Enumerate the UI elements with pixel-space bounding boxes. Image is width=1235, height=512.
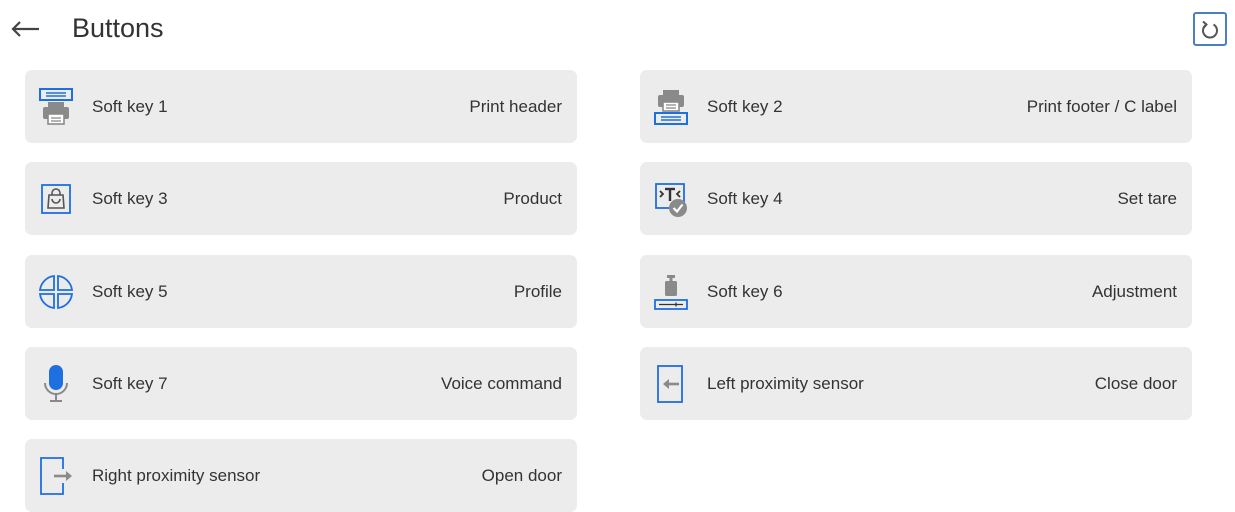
soft-key-label: Soft key 5	[92, 281, 168, 301]
restore-defaults-button[interactable]	[1193, 12, 1227, 46]
soft-key-label: Soft key 1	[92, 96, 168, 116]
soft-key-label: Soft key 3	[92, 188, 168, 208]
product-bag-icon	[37, 175, 75, 223]
soft-key-label: Soft key 7	[92, 373, 168, 393]
soft-key-function: Print footer / C label	[1026, 96, 1177, 116]
soft-key-function: Set tare	[1117, 188, 1177, 208]
soft-key-function: Print header	[469, 96, 562, 116]
open-door-icon	[37, 452, 75, 500]
profile-icon	[37, 268, 75, 316]
soft-key-label: Soft key 2	[707, 96, 783, 116]
page-title: Buttons	[72, 13, 164, 43]
soft-key-6-tile[interactable]: Soft key 6 Adjustment	[640, 255, 1192, 328]
print-header-icon	[37, 83, 75, 131]
soft-key-label: Left proximity sensor	[707, 373, 864, 393]
adjustment-weight-icon	[652, 268, 690, 316]
print-footer-icon	[652, 83, 690, 131]
soft-key-5-tile[interactable]: Soft key 5 Profile	[25, 255, 577, 328]
soft-key-function: Product	[503, 188, 562, 208]
soft-key-label: Soft key 4	[707, 188, 783, 208]
soft-key-function: Voice command	[441, 373, 562, 393]
set-tare-icon	[652, 175, 690, 223]
back-button[interactable]	[10, 14, 42, 44]
soft-key-function: Adjustment	[1091, 281, 1177, 301]
soft-key-label: Right proximity sensor	[92, 465, 261, 485]
soft-key-7-tile[interactable]: Soft key 7 Voice command	[25, 347, 577, 420]
soft-key-2-tile[interactable]: Soft key 2 Print footer / C label	[640, 70, 1192, 143]
restore-icon	[1202, 20, 1218, 39]
header-bar: Buttons	[0, 0, 1235, 60]
arrow-left-icon	[11, 21, 39, 37]
soft-key-label: Soft key 6	[707, 281, 783, 301]
soft-key-4-tile[interactable]: Soft key 4 Set tare	[640, 162, 1192, 235]
soft-key-function: Close door	[1094, 373, 1177, 393]
soft-key-function: Profile	[513, 281, 562, 301]
soft-key-function: Open door	[481, 465, 562, 485]
right-proximity-sensor-tile[interactable]: Right proximity sensor Open door	[25, 439, 577, 512]
close-door-icon	[652, 360, 690, 408]
soft-key-3-tile[interactable]: Soft key 3 Product	[25, 162, 577, 235]
microphone-icon	[37, 360, 75, 408]
soft-key-1-tile[interactable]: Soft key 1 Print header	[25, 70, 577, 143]
left-proximity-sensor-tile[interactable]: Left proximity sensor Close door	[640, 347, 1192, 420]
